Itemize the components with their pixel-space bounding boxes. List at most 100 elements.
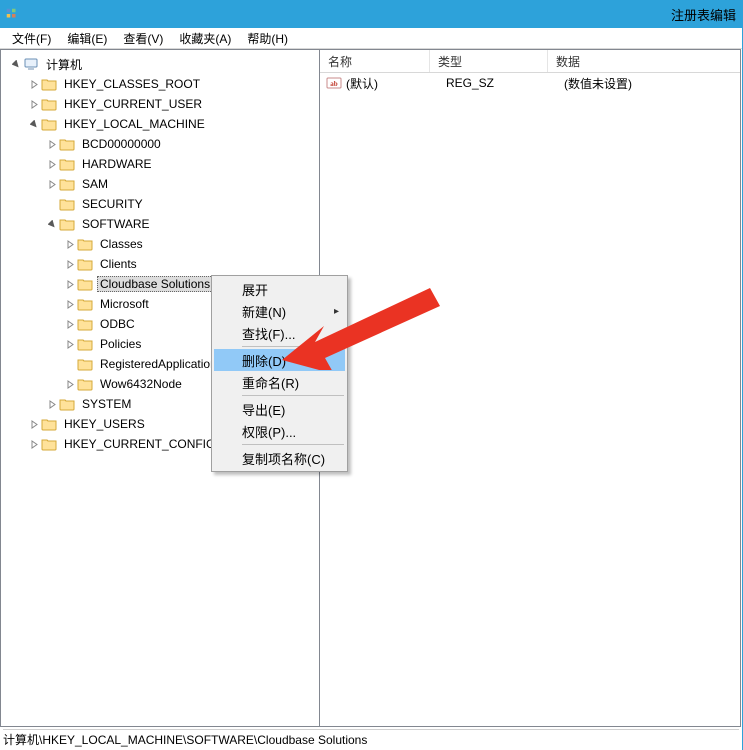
tree-hardware-expander[interactable] [45, 157, 59, 171]
tree-system-expander[interactable] [45, 397, 59, 411]
tree-hkcr-expander[interactable] [27, 77, 41, 91]
tree-classes[interactable]: Classes [3, 234, 317, 254]
string-value-icon: ab [326, 75, 342, 91]
tree-clients-label: Clients [97, 256, 140, 272]
folder-icon [77, 336, 93, 352]
col-name[interactable]: 名称 [320, 50, 430, 72]
tree-software-label: SOFTWARE [79, 216, 153, 232]
folder-icon [59, 136, 75, 152]
computer-icon [23, 56, 39, 72]
folder-icon [41, 116, 57, 132]
col-data[interactable]: 数据 [548, 50, 740, 72]
tree-hardware-label: HARDWARE [79, 156, 155, 172]
context-menu: 展开 新建(N) 查找(F)... 删除(D) 重命名(R) 导出(E) 权限(… [211, 275, 348, 472]
ctx-export[interactable]: 导出(E) [214, 398, 345, 420]
tree-root-expander[interactable] [9, 57, 23, 71]
value-name: (默认) [346, 75, 446, 92]
tree-hklm-expander[interactable] [27, 117, 41, 131]
ctx-delete[interactable]: 删除(D) [214, 349, 345, 371]
tree-hardware[interactable]: HARDWARE [3, 154, 317, 174]
tree-policies-expander[interactable] [63, 337, 77, 351]
tree-hku-expander[interactable] [27, 417, 41, 431]
value-type: REG_SZ [446, 76, 564, 90]
title-bar: 注册表编辑 [0, 0, 742, 28]
status-path: 计算机\HKEY_LOCAL_MACHINE\SOFTWARE\Cloudbas… [3, 731, 367, 748]
tree-cloudbase-label: Cloudbase Solutions [97, 276, 213, 292]
tree-classes-expander[interactable] [63, 237, 77, 251]
list-pane: 名称 类型 数据 ab (默认) REG_SZ (数值未设置) [320, 49, 741, 727]
ctx-separator [242, 346, 344, 347]
status-bar: 计算机\HKEY_LOCAL_MACHINE\SOFTWARE\Cloudbas… [3, 729, 739, 747]
folder-icon [77, 296, 93, 312]
tree-wow-expander[interactable] [63, 377, 77, 391]
tree-hkcr-label: HKEY_CLASSES_ROOT [61, 76, 203, 92]
tree-sam[interactable]: SAM [3, 174, 317, 194]
tree-hklm[interactable]: HKEY_LOCAL_MACHINE [3, 114, 317, 134]
folder-icon [59, 156, 75, 172]
folder-icon [41, 416, 57, 432]
tree-policies-label: Policies [97, 336, 144, 352]
folder-icon [59, 176, 75, 192]
ctx-new[interactable]: 新建(N) [214, 300, 345, 322]
regedit-icon [0, 7, 24, 21]
tree-software-expander[interactable] [45, 217, 59, 231]
tree-hkcu-expander[interactable] [27, 97, 41, 111]
folder-icon [77, 356, 93, 372]
tree-microsoft-expander[interactable] [63, 297, 77, 311]
value-row-default[interactable]: ab (默认) REG_SZ (数值未设置) [320, 73, 740, 93]
ctx-permissions[interactable]: 权限(P)... [214, 420, 345, 442]
tree-odbc-label: ODBC [97, 316, 138, 332]
ctx-separator [242, 444, 344, 445]
ctx-rename[interactable]: 重命名(R) [214, 371, 345, 393]
tree-microsoft-label: Microsoft [97, 296, 152, 312]
tree-hkcu-label: HKEY_CURRENT_USER [61, 96, 205, 112]
menu-file[interactable]: 文件(F) [4, 28, 59, 49]
tree-root-label: 计算机 [43, 55, 85, 74]
folder-icon [77, 256, 93, 272]
ctx-expand[interactable]: 展开 [214, 278, 345, 300]
menu-edit[interactable]: 编辑(E) [59, 28, 115, 49]
tree-regapps-label: RegisteredApplications [97, 356, 226, 372]
ctx-copykey[interactable]: 复制项名称(C) [214, 447, 345, 469]
tree-clients[interactable]: Clients [3, 254, 317, 274]
window-title: 注册表编辑 [671, 5, 736, 24]
tree-root[interactable]: 计算机 [3, 54, 317, 74]
menu-view[interactable]: 查看(V) [115, 28, 171, 49]
tree-bcd[interactable]: BCD00000000 [3, 134, 317, 154]
menu-help[interactable]: 帮助(H) [239, 28, 296, 49]
tree-bcd-expander[interactable] [45, 137, 59, 151]
tree-hku-label: HKEY_USERS [61, 416, 148, 432]
value-data: (数值未设置) [564, 75, 740, 92]
tree-software[interactable]: SOFTWARE [3, 214, 317, 234]
svg-text:ab: ab [330, 80, 338, 88]
tree-odbc-expander[interactable] [63, 317, 77, 331]
col-type[interactable]: 类型 [430, 50, 548, 72]
tree-bcd-label: BCD00000000 [79, 136, 164, 152]
tree-cloudbase-expander[interactable] [63, 277, 77, 291]
tree-hkcc-expander[interactable] [27, 437, 41, 451]
ctx-find[interactable]: 查找(F)... [214, 322, 345, 344]
folder-icon [77, 376, 93, 392]
folder-icon [41, 436, 57, 452]
tree-wow-label: Wow6432Node [97, 376, 185, 392]
folder-icon [41, 76, 57, 92]
folder-icon [77, 236, 93, 252]
folder-icon [59, 216, 75, 232]
folder-icon [77, 316, 93, 332]
tree-hkcc-label: HKEY_CURRENT_CONFIG [61, 436, 218, 452]
folder-icon [41, 96, 57, 112]
tree-hkcr[interactable]: HKEY_CLASSES_ROOT [3, 74, 317, 94]
tree-clients-expander[interactable] [63, 257, 77, 271]
tree-sam-expander[interactable] [45, 177, 59, 191]
column-headers: 名称 类型 数据 [320, 50, 740, 73]
folder-icon [59, 396, 75, 412]
tree-security[interactable]: SECURITY [3, 194, 317, 214]
menu-bar: 文件(F) 编辑(E) 查看(V) 收藏夹(A) 帮助(H) [0, 28, 742, 49]
ctx-separator [242, 395, 344, 396]
folder-icon [59, 196, 75, 212]
folder-icon [77, 276, 93, 292]
tree-classes-label: Classes [97, 236, 146, 252]
tree-hkcu[interactable]: HKEY_CURRENT_USER [3, 94, 317, 114]
tree-sam-label: SAM [79, 176, 111, 192]
menu-favorites[interactable]: 收藏夹(A) [171, 28, 239, 49]
